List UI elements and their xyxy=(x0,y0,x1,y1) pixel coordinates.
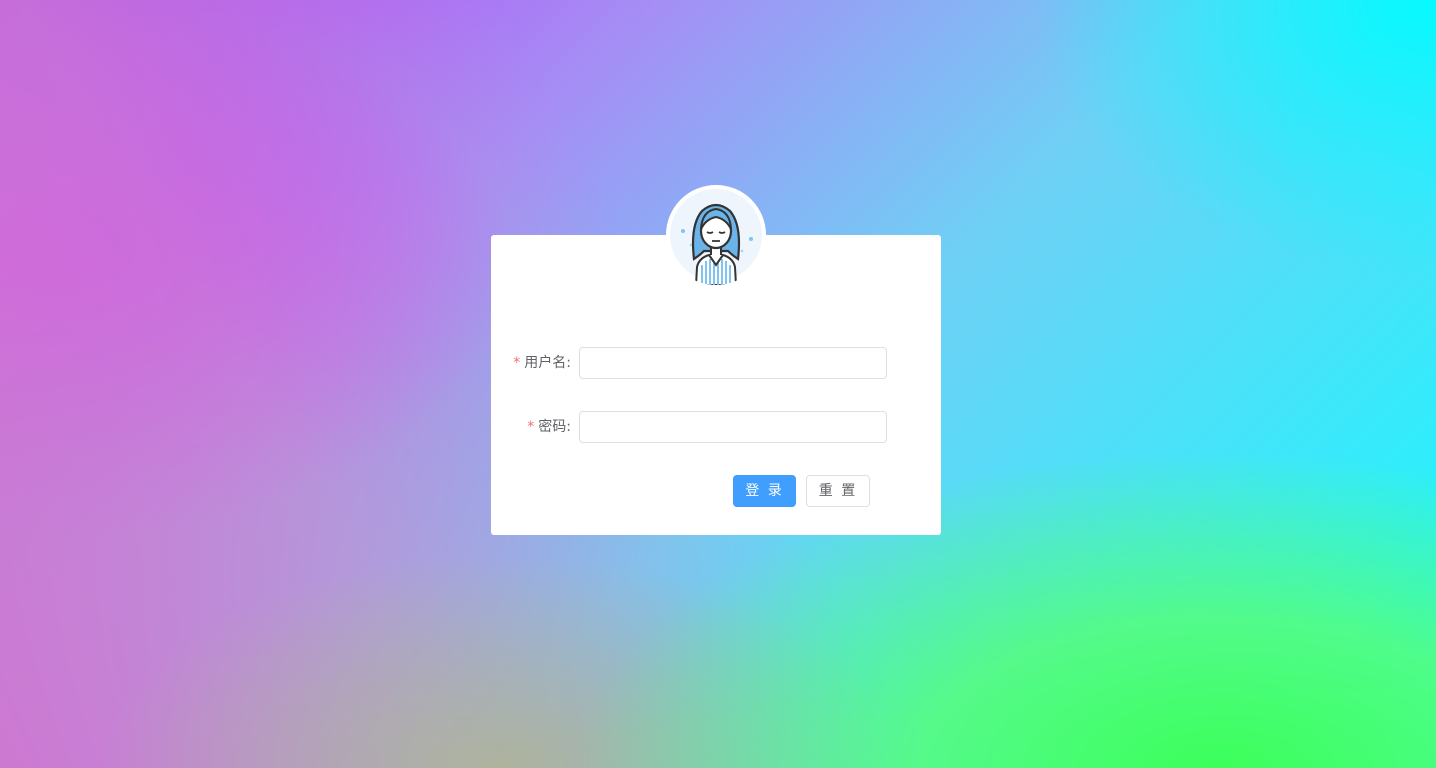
username-form-item: * 用户名: xyxy=(491,347,941,379)
login-button[interactable]: 登 录 xyxy=(733,475,796,507)
password-input[interactable] xyxy=(579,411,887,443)
required-mark: * xyxy=(513,355,521,371)
username-label: * 用户名: xyxy=(513,355,571,371)
reset-button[interactable]: 重 置 xyxy=(806,475,870,507)
username-input[interactable] xyxy=(579,347,887,379)
password-label: * 密码: xyxy=(527,419,571,435)
user-avatar-icon xyxy=(666,185,766,285)
password-form-item: * 密码: xyxy=(491,411,941,443)
required-mark: * xyxy=(527,419,535,435)
